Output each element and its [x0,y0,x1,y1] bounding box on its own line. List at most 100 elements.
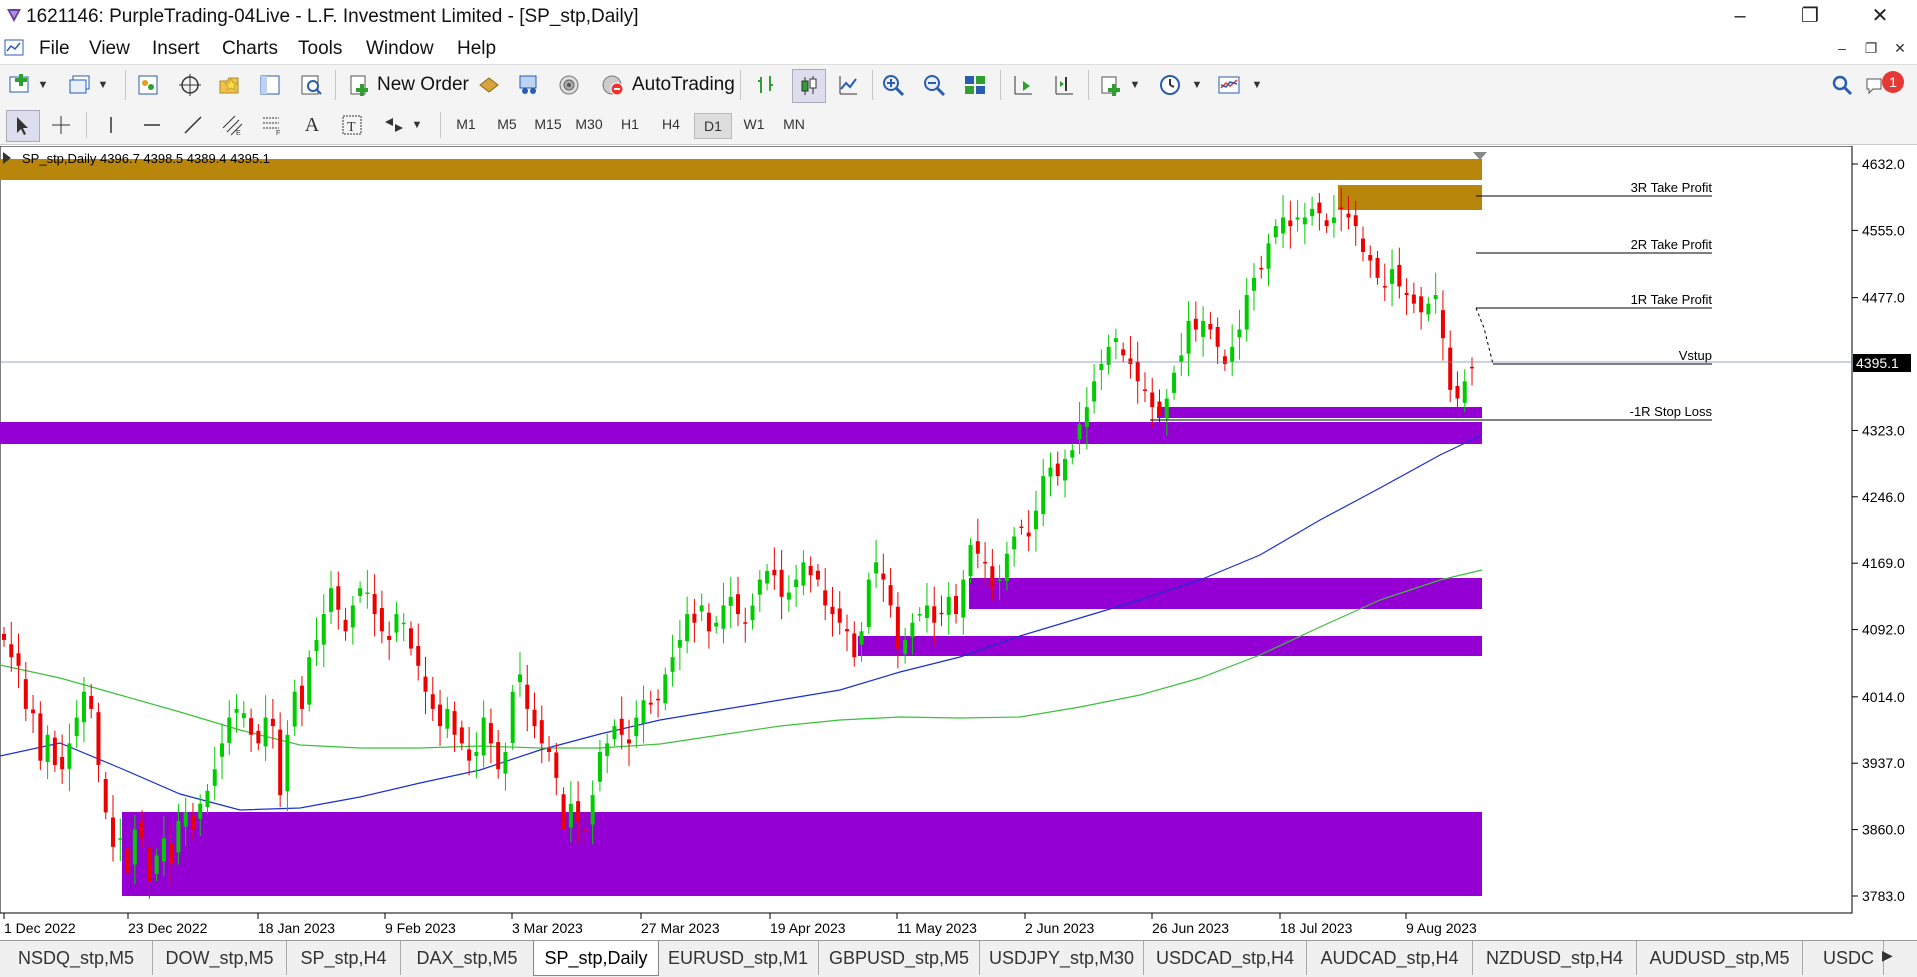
chart-window[interactable]: 3R Take Profit 2R Take Profit 1R Take Prof… [0,146,1917,940]
chart-tab[interactable]: USDJPY_stp,M30 [980,941,1144,975]
chart-window-icon[interactable] [4,38,26,63]
market-watch-icon[interactable] [134,71,162,99]
chart-tab[interactable]: AUDCAD_stp,H4 [1307,941,1473,975]
candle-body [903,639,908,655]
crosshair-icon[interactable] [47,111,75,139]
close-window-button[interactable]: ✕ [1850,0,1910,32]
chart-tab[interactable]: USDC [1803,941,1884,975]
timeframe-m30[interactable]: M30 [571,116,607,132]
chart-tab[interactable]: USDCAD_stp,H4 [1144,941,1307,975]
trade-level-label: -1R Stop Loss [1630,404,1713,419]
price-chart[interactable]: 3R Take Profit 2R Take Profit 1R Take Prof… [0,146,1917,940]
periods-clock-icon[interactable] [1156,71,1184,99]
timeframe-h4[interactable]: H4 [653,116,689,132]
radar-icon[interactable] [555,71,583,99]
timeframe-d1[interactable]: D1 [694,113,732,139]
zoom-out-icon[interactable] [920,71,948,99]
timeframe-m15[interactable]: M15 [530,116,566,132]
minimize-button[interactable]: – [1710,0,1770,32]
drawing-toolbar: E F A T ▼ M1 M5 M15 M30 H1 H4 D1 W1 MN [0,107,1917,145]
tile-windows-icon[interactable] [961,71,989,99]
terminal-icon[interactable] [256,71,284,99]
menu-charts[interactable]: Charts [222,38,278,60]
navigator-icon[interactable] [215,71,243,99]
arrows-dropdown-icon[interactable]: ▼ [410,117,424,133]
indicators-dropdown-icon[interactable]: ▼ [1128,77,1142,93]
candle-body [1077,424,1082,440]
chart-tab[interactable]: SP_stp,H4 [287,941,401,975]
candle-body [1092,381,1097,402]
candle-body [845,629,850,632]
child-restore-button[interactable]: ❐ [1862,40,1880,57]
child-minimize-button[interactable]: – [1833,40,1851,56]
text-tool-icon[interactable]: A [298,111,326,139]
candle-body [452,711,457,735]
restore-button[interactable]: ❐ [1780,0,1840,32]
chart-tab-active[interactable]: SP_stp,Daily [533,941,659,976]
data-window-crosshair-icon[interactable] [176,71,204,99]
menu-help[interactable]: Help [457,38,496,60]
equidistant-channel-icon[interactable]: E [218,111,246,139]
menu-file[interactable]: File [39,38,70,60]
candle-body [299,685,304,709]
timeframe-mn[interactable]: MN [776,116,812,132]
candle-body [706,612,711,632]
autotrading-button[interactable]: AutoTrading [632,74,735,96]
timeframe-m5[interactable]: M5 [489,116,525,132]
search-icon[interactable] [1828,71,1856,99]
candle-body [1259,267,1264,270]
toolbar-separator [1088,70,1089,100]
zoom-in-icon[interactable] [879,71,907,99]
chart-tab[interactable]: DAX_stp,M5 [401,941,534,975]
chart-tab[interactable]: DOW_stp,M5 [153,941,287,975]
chart-tab[interactable]: NSDQ_stp,M5 [0,941,153,975]
arrows-icon[interactable] [380,111,408,139]
periods-dropdown-icon[interactable]: ▼ [1190,77,1204,93]
candle-body [1302,217,1307,225]
x-tick-label: 19 Apr 2023 [770,920,846,936]
autotrading-icon[interactable] [598,71,626,99]
templates-icon[interactable] [1215,71,1243,99]
fibonacci-retracement-icon[interactable]: F [258,111,286,139]
signals-icon[interactable] [515,71,543,99]
child-close-button[interactable]: ✕ [1891,40,1909,57]
cursor-icon[interactable] [6,110,40,142]
new-chart-icon[interactable] [6,71,34,99]
autoscroll-icon[interactable] [1050,71,1078,99]
candle-body [496,742,501,770]
menu-insert[interactable]: Insert [152,38,200,60]
line-chart-icon[interactable] [834,71,862,99]
chart-tab[interactable]: NZDUSD_stp,H4 [1473,941,1637,975]
chart-shift-icon[interactable] [1009,71,1037,99]
strategy-tester-icon[interactable] [297,71,325,99]
candle-body [1012,536,1017,550]
timeframe-w1[interactable]: W1 [736,116,772,132]
candle-body [997,579,1002,582]
profiles-dropdown-icon[interactable]: ▼ [96,77,110,93]
timeframe-m1[interactable]: M1 [448,116,484,132]
chart-tab[interactable]: EURUSD_stp,M1 [658,941,819,975]
indicators-icon[interactable] [1097,71,1125,99]
candlestick-chart-icon[interactable] [792,69,826,103]
vertical-line-icon[interactable] [97,111,125,139]
bar-chart-icon[interactable] [752,71,780,99]
trendline-icon[interactable] [179,111,207,139]
horizontal-line-icon[interactable] [138,111,166,139]
notification-badge[interactable]: 1 [1882,71,1904,93]
new-order-icon[interactable] [345,71,373,99]
candle-body [772,569,777,576]
menu-window[interactable]: Window [366,38,434,60]
new-order-button[interactable]: New Order [377,74,469,96]
metaquotes-market-icon[interactable] [475,71,503,99]
tabs-scroll-right-icon[interactable]: ▶ [1882,947,1893,964]
candle-body [1251,277,1256,291]
chart-tab[interactable]: GBPUSD_stp,M5 [819,941,980,975]
text-label-icon[interactable]: T [338,111,366,139]
chart-tab[interactable]: AUDUSD_stp,M5 [1637,941,1803,975]
menu-tools[interactable]: Tools [298,38,342,60]
new-chart-dropdown-icon[interactable]: ▼ [36,77,50,93]
templates-dropdown-icon[interactable]: ▼ [1250,77,1264,93]
menu-view[interactable]: View [89,38,130,60]
timeframe-h1[interactable]: H1 [612,116,648,132]
profiles-icon[interactable] [66,71,94,99]
